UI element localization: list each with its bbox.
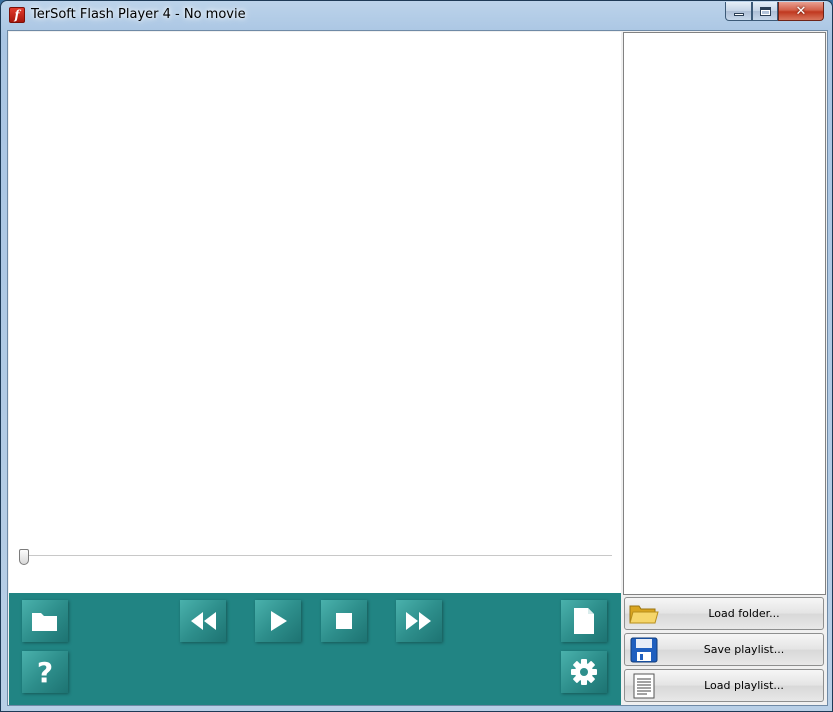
floppy-disk-icon xyxy=(630,637,658,663)
settings-button[interactable] xyxy=(561,651,607,693)
fast-forward-button[interactable] xyxy=(396,600,442,642)
client-area: ? Load folder... Save playlist... Load p… xyxy=(7,30,828,706)
window-title: TerSoft Flash Player 4 - No movie xyxy=(31,7,246,22)
document-icon xyxy=(574,608,594,634)
playlist-box[interactable] xyxy=(623,32,826,595)
play-icon xyxy=(271,611,287,631)
load-playlist-label: Load playlist... xyxy=(704,679,784,692)
rewind-button[interactable] xyxy=(180,600,226,642)
close-icon: ✕ xyxy=(795,3,807,19)
load-playlist-button[interactable]: Load playlist... xyxy=(624,669,824,702)
fast-forward-icon xyxy=(406,612,431,630)
open-file-button[interactable] xyxy=(22,600,68,642)
save-playlist-button[interactable]: Save playlist... xyxy=(624,633,824,666)
video-area[interactable] xyxy=(9,32,621,593)
seek-track[interactable] xyxy=(20,555,612,557)
folder-icon xyxy=(629,605,659,624)
flash-app-icon: f xyxy=(9,7,25,23)
seek-slider-thumb[interactable] xyxy=(19,549,29,565)
stop-button[interactable] xyxy=(321,600,367,642)
maximize-button[interactable] xyxy=(752,2,778,21)
text-document-icon xyxy=(633,673,655,699)
title-bar[interactable]: f TerSoft Flash Player 4 - No movie ✕ xyxy=(1,1,832,30)
save-playlist-label: Save playlist... xyxy=(703,643,785,656)
app-window: f TerSoft Flash Player 4 - No movie ✕ ? xyxy=(0,0,833,712)
help-button[interactable]: ? xyxy=(22,651,68,693)
folder-open-icon xyxy=(32,613,57,631)
load-folder-button[interactable]: Load folder... xyxy=(624,597,824,630)
control-panel: ? xyxy=(9,593,621,705)
load-folder-label: Load folder... xyxy=(708,607,780,620)
new-document-button[interactable] xyxy=(561,600,607,642)
minimize-button[interactable] xyxy=(725,2,752,21)
play-button[interactable] xyxy=(255,600,301,642)
rewind-icon xyxy=(191,612,216,630)
help-icon: ? xyxy=(36,655,54,689)
settings-icon xyxy=(571,659,597,685)
close-button[interactable]: ✕ xyxy=(778,2,824,21)
stop-icon xyxy=(336,613,352,629)
minimize-icon xyxy=(733,12,744,16)
maximize-icon xyxy=(759,6,771,16)
